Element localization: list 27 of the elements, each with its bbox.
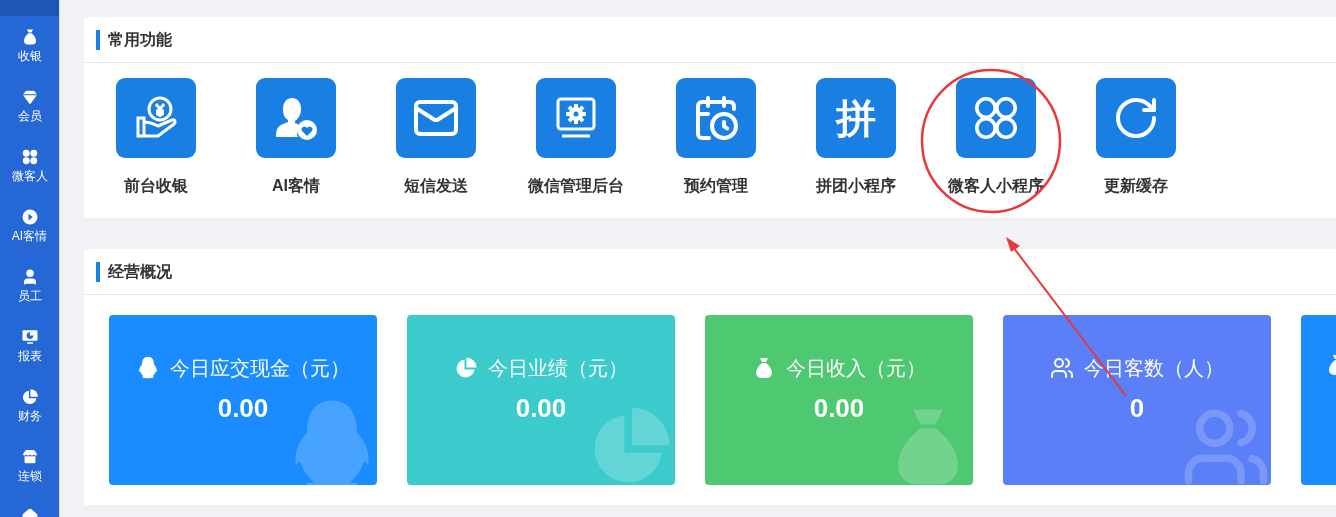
shortcut-label[interactable]: 更新缓存 [1104, 174, 1168, 198]
stat-title: 今日收入（元） [786, 356, 926, 381]
shortcut-label[interactable]: 微信管理后台 [528, 174, 624, 198]
shortcut-label[interactable]: 拼团小程序 [816, 174, 896, 198]
shortcut-label[interactable]: 前台收银 [124, 174, 188, 198]
sidebar-item[interactable]: 连锁 [0, 448, 59, 508]
shortcut-label[interactable]: AI客情 [272, 174, 320, 198]
shortcut-label[interactable]: 预约管理 [684, 174, 748, 198]
stat-value: 0.00 [217, 392, 269, 425]
shortcut-label[interactable]: 短信发送 [404, 174, 468, 198]
stat-value: 0 [1129, 392, 1145, 425]
stat-value: 0.00 [515, 392, 567, 425]
sidebar-item[interactable]: 员工 [0, 268, 59, 328]
stat-title: 今日客数（人） [1084, 356, 1224, 381]
stat-value: 0.00 [813, 392, 865, 425]
shortcut-tile[interactable]: 拼 [816, 78, 896, 158]
shortcut-label[interactable]: 微客人小程序 [948, 174, 1044, 198]
stat-title: 今日应交现金（元） [170, 356, 350, 381]
sidebar-item[interactable]: 会员 [0, 88, 59, 148]
sidebar-item[interactable]: 收银 [0, 28, 59, 88]
sidebar-item[interactable]: AI客情 [0, 208, 59, 268]
section-title: 常用功能 [108, 29, 172, 50]
sidebar-item[interactable]: 微客人 [0, 148, 59, 208]
stat-title: 今日业绩（元） [488, 356, 628, 381]
section-title: 经营概况 [108, 261, 172, 282]
sidebar-item[interactable]: 报表 [0, 328, 59, 388]
sidebar-item[interactable]: 财务 [0, 388, 59, 448]
